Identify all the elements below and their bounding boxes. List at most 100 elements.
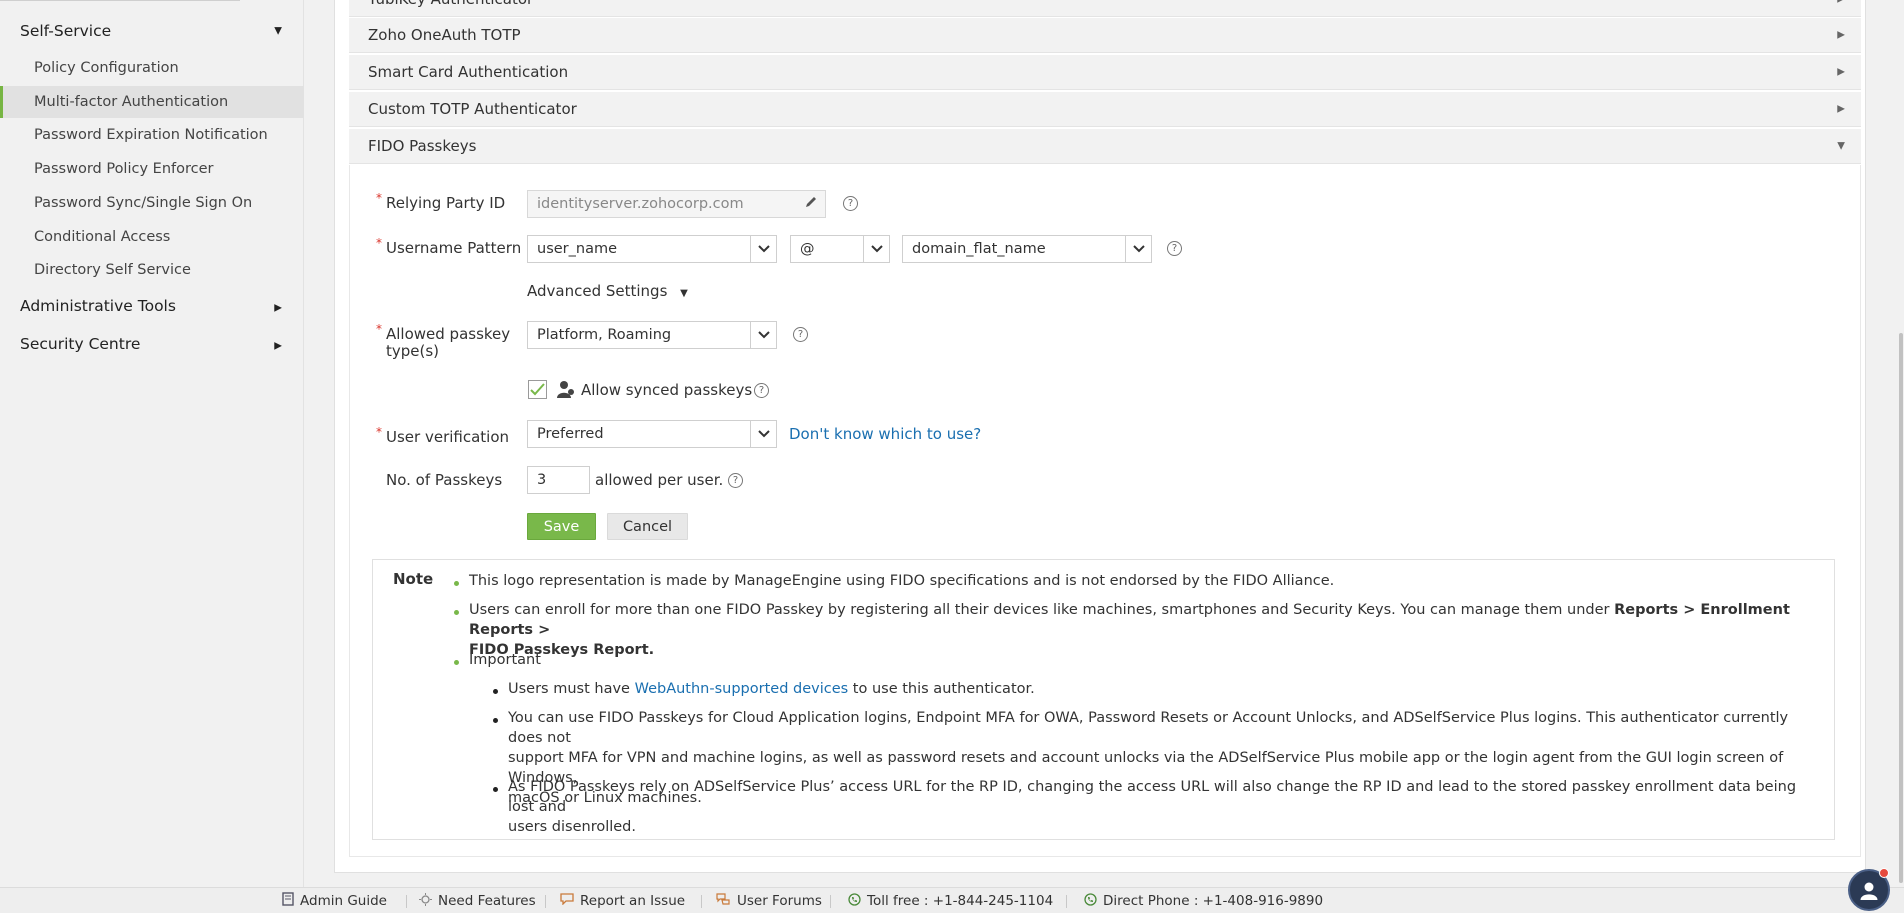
sidebar-item-password-expiration-notification[interactable]: Password Expiration Notification xyxy=(0,119,304,151)
notification-dot xyxy=(1879,868,1889,878)
bullet xyxy=(454,610,459,615)
passkey-type-label: Allowed passkey type(s) xyxy=(386,326,510,360)
accordion-label: Custom TOTP Authenticator xyxy=(368,100,577,118)
chevron-down-icon: ▼ xyxy=(274,25,282,37)
note-title: Note xyxy=(393,570,434,588)
accordion-yubikey[interactable]: YubiKey Authenticator ▶ xyxy=(349,0,1861,17)
admin-guide-link[interactable]: Admin Guide xyxy=(282,888,387,913)
chevron-right-icon: ▶ xyxy=(1837,103,1845,115)
footer: Admin Guide Need Features Report an Issu… xyxy=(0,887,1904,913)
toll-free-phone[interactable]: Toll free : +1-844-245-1104 xyxy=(848,888,1053,913)
sidebar-item-password-sync-sso[interactable]: Password Sync/Single Sign On xyxy=(0,187,304,219)
sidebar-item-password-policy-enforcer[interactable]: Password Policy Enforcer xyxy=(0,153,304,185)
dont-know-link[interactable]: Don't know which to use? xyxy=(789,425,981,443)
sidebar-item-conditional-access[interactable]: Conditional Access xyxy=(0,221,304,253)
sidebar-item-label: Directory Self Service xyxy=(34,262,191,278)
sidebar-item-label: Policy Configuration xyxy=(34,60,179,76)
allowed-per-user-text: allowed per user. xyxy=(595,471,724,489)
bullet xyxy=(493,718,498,723)
sidebar-item-multi-factor-authentication[interactable]: Multi-factor Authentication xyxy=(0,86,304,118)
sidebar-section-security-centre[interactable]: Security Centre ▶ xyxy=(0,329,304,359)
help-icon[interactable]: ? xyxy=(754,383,769,398)
relying-party-value: identityserver.zohocorp.com xyxy=(537,196,744,212)
checkmark-icon xyxy=(530,383,545,396)
note-sub-1: Users must have WebAuthn-supported devic… xyxy=(508,679,1035,699)
accordion-smart-card[interactable]: Smart Card Authentication ▶ xyxy=(349,55,1861,90)
caret-down-icon: ▼ xyxy=(680,288,688,299)
username-separator-select[interactable]: @ xyxy=(790,235,890,263)
chevron-down-icon xyxy=(750,421,776,447)
admin-guide-label: Admin Guide xyxy=(300,893,387,909)
note-sub-3: As FIDO Passkeys rely on ADSelfService P… xyxy=(508,777,1818,837)
user-icon xyxy=(1860,882,1878,900)
forum-icon xyxy=(716,893,731,909)
sidebar-section-self-service[interactable]: Self-Service ▼ xyxy=(0,16,304,46)
pencil-icon[interactable] xyxy=(804,195,818,213)
sidebar-section-label: Self-Service xyxy=(20,22,112,40)
help-icon[interactable]: ? xyxy=(793,327,808,342)
chevron-down-icon xyxy=(1125,236,1151,262)
required-asterisk: * xyxy=(376,425,382,439)
report-issue-link[interactable]: Report an Issue xyxy=(560,888,685,913)
accordion-custom-totp[interactable]: Custom TOTP Authenticator ▶ xyxy=(349,92,1861,127)
scrollbar-thumb[interactable] xyxy=(1899,333,1903,883)
accordion-fido-passkeys[interactable]: FIDO Passkeys ▼ xyxy=(349,129,1861,164)
cancel-button[interactable]: Cancel xyxy=(607,513,688,540)
relying-party-label: Relying Party ID xyxy=(386,194,506,212)
advanced-settings-label: Advanced Settings xyxy=(527,282,668,300)
user-verification-select[interactable]: Preferred xyxy=(527,420,777,448)
user-forums-link[interactable]: User Forums xyxy=(716,888,822,913)
num-passkeys-input[interactable]: 3 xyxy=(527,466,590,494)
chevron-right-icon: ▶ xyxy=(274,340,282,352)
lightbulb-icon xyxy=(419,892,432,910)
need-features-label: Need Features xyxy=(438,893,536,909)
accordion-zoho-oneauth-totp[interactable]: Zoho OneAuth TOTP ▶ xyxy=(349,18,1861,53)
bullet xyxy=(454,660,459,665)
chevron-right-icon: ▶ xyxy=(1837,66,1845,78)
allow-synced-label: Allow synced passkeys xyxy=(581,381,753,399)
help-icon[interactable]: ? xyxy=(1167,241,1182,256)
note-bullet-3: Important xyxy=(469,652,541,668)
required-asterisk: * xyxy=(376,236,382,250)
sidebar-section-administrative-tools[interactable]: Administrative Tools ▶ xyxy=(0,291,304,321)
sidebar-item-label: Password Expiration Notification xyxy=(34,127,268,143)
passkey-type-select[interactable]: Platform, Roaming xyxy=(527,321,777,349)
relying-party-field[interactable]: identityserver.zohocorp.com xyxy=(527,190,826,218)
note-sub-3-line1: As FIDO Passkeys rely on ADSelfService P… xyxy=(508,779,1797,815)
passkey-type-label-line1: Allowed passkey xyxy=(386,325,511,343)
passkey-type-label-line2: type(s) xyxy=(386,342,440,360)
need-features-link[interactable]: Need Features xyxy=(419,888,536,913)
bullet xyxy=(493,787,498,792)
advanced-settings-toggle[interactable]: Advanced Settings ▼ xyxy=(527,282,688,300)
accordion-label: YubiKey Authenticator xyxy=(368,0,533,8)
help-icon[interactable]: ? xyxy=(843,196,858,211)
allow-synced-checkbox[interactable] xyxy=(528,380,547,399)
username-pattern-label: Username Pattern xyxy=(386,239,522,257)
chevron-right-icon: ▶ xyxy=(1837,0,1845,5)
select-value: Platform, Roaming xyxy=(537,327,672,343)
user-sync-icon xyxy=(557,380,575,403)
username-part1-select[interactable]: user_name xyxy=(527,235,777,263)
accordion-label: Zoho OneAuth TOTP xyxy=(368,26,521,44)
webauthn-devices-link[interactable]: WebAuthn-supported devices xyxy=(635,681,849,697)
save-button[interactable]: Save xyxy=(527,513,596,540)
select-value: Preferred xyxy=(537,426,604,442)
note-sub-3-line2: users disenrolled. xyxy=(508,819,636,835)
accordion-label: Smart Card Authentication xyxy=(368,63,569,81)
sidebar-item-label: Password Policy Enforcer xyxy=(34,161,214,177)
sidebar-item-directory-self-service[interactable]: Directory Self Service xyxy=(0,254,304,286)
help-icon[interactable]: ? xyxy=(728,473,743,488)
sidebar-divider xyxy=(0,0,240,1)
chevron-right-icon: ▶ xyxy=(274,302,282,314)
bullet xyxy=(493,689,498,694)
chevron-down-icon: ▼ xyxy=(1837,140,1845,152)
accordion-label: FIDO Passkeys xyxy=(368,137,477,155)
chat-icon xyxy=(560,893,574,909)
direct-phone[interactable]: Direct Phone : +1-408-916-9890 xyxy=(1084,888,1323,913)
user-forums-label: User Forums xyxy=(737,893,822,909)
username-part2-select[interactable]: domain_flat_name xyxy=(902,235,1152,263)
select-value: domain_flat_name xyxy=(912,241,1046,257)
sidebar-item-label: Multi-factor Authentication xyxy=(34,94,229,110)
note-sub-1-pre: Users must have xyxy=(508,681,630,697)
sidebar-item-policy-configuration[interactable]: Policy Configuration xyxy=(0,52,304,84)
